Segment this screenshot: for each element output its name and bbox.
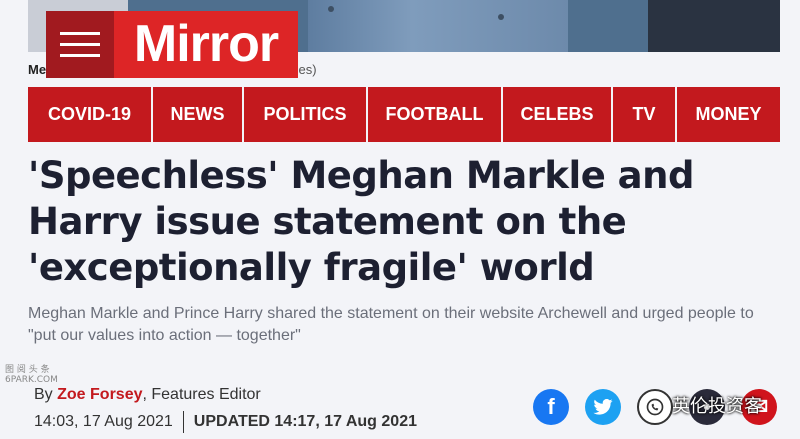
article-dates: 14:03, 17 Aug 2021 UPDATED 14:17, 17 Aug… xyxy=(34,411,417,433)
menu-icon-line xyxy=(60,43,100,46)
nav-item-football[interactable]: FOOTBALL xyxy=(368,87,503,142)
nav-item-covid[interactable]: COVID-19 xyxy=(28,87,153,142)
byline: By Zoe Forsey, Features Editor xyxy=(34,386,261,404)
menu-icon-line xyxy=(60,54,100,57)
article-headline: 'Speechless' Meghan Markle and Harry iss… xyxy=(28,154,694,289)
nav-item-celebs[interactable]: CELEBS xyxy=(503,87,613,142)
nav-item-news[interactable]: NEWS xyxy=(153,87,244,142)
author-role: , Features Editor xyxy=(142,386,261,403)
hamburger-menu-button[interactable] xyxy=(46,11,114,78)
nav-item-politics[interactable]: POLITICS xyxy=(244,87,368,142)
whatsapp-icon xyxy=(646,398,664,416)
mirror-logo[interactable]: Mirror xyxy=(114,11,298,78)
menu-icon-line xyxy=(60,32,100,35)
twitter-icon xyxy=(593,399,613,415)
twitter-share-button[interactable] xyxy=(585,389,621,425)
facebook-icon: f xyxy=(547,394,555,419)
date-divider xyxy=(182,411,184,433)
nav-item-tv[interactable]: TV xyxy=(613,87,677,142)
whatsapp-share-button[interactable] xyxy=(637,389,673,425)
watermark-left: 图 阅 头 条 6PARK.COM xyxy=(5,365,58,385)
author-link[interactable]: Zoe Forsey xyxy=(57,386,142,403)
facebook-share-button[interactable]: f xyxy=(533,389,569,425)
updated-time: UPDATED 14:17, 17 Aug 2021 xyxy=(193,413,417,430)
byline-prefix: By xyxy=(34,386,53,403)
article-standfirst: Meghan Markle and Prince Harry shared th… xyxy=(28,305,754,344)
nav-item-money[interactable]: MONEY xyxy=(677,87,780,142)
published-time: 14:03, 17 Aug 2021 xyxy=(34,413,173,430)
watermark-right: 英伦投资客 xyxy=(672,396,762,417)
main-nav: COVID-19 NEWS POLITICS FOOTBALL CELEBS T… xyxy=(28,87,780,142)
